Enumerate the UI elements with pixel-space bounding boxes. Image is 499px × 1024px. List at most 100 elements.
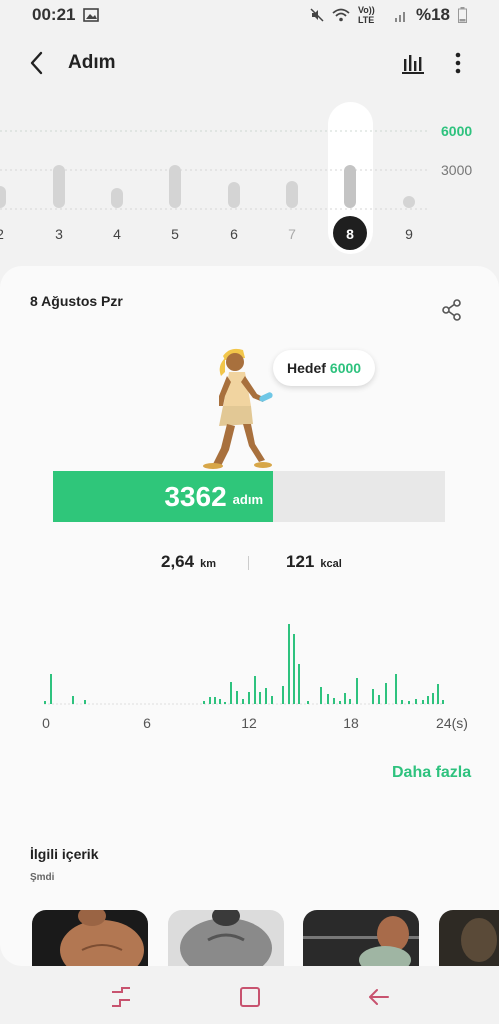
day-label-7[interactable]: 7 xyxy=(288,226,296,242)
hourly-bar xyxy=(259,692,261,704)
app-bar: Adım xyxy=(0,38,499,88)
status-time: 00:21 xyxy=(32,5,76,24)
hourly-bar xyxy=(230,682,232,704)
day-label-8[interactable]: 8 xyxy=(346,226,354,242)
distance-value: 2,64 xyxy=(161,552,195,571)
wifi-icon xyxy=(332,8,350,22)
hourly-bar xyxy=(415,699,417,704)
day-bar-8 xyxy=(344,165,356,208)
goal-line-label: 6000 xyxy=(441,123,472,139)
hourly-bar xyxy=(442,700,444,704)
network-label: Vo)) LTE xyxy=(357,5,375,25)
hourly-bar xyxy=(219,699,221,704)
hourly-bar xyxy=(349,699,351,704)
related-thumbnail[interactable] xyxy=(168,910,284,966)
day-detail-card: 8 Ağustos Pzr Hedef 6000 3362 adım 2,64 … xyxy=(0,266,499,966)
fitness-photo-icon xyxy=(168,910,284,966)
recent-apps-icon[interactable] xyxy=(108,984,134,1010)
calories-value: 121 xyxy=(286,552,315,571)
related-content-carousel[interactable] xyxy=(0,910,499,966)
day-bar-3 xyxy=(53,165,65,208)
day-bar-9 xyxy=(403,196,415,208)
fitness-photo-icon xyxy=(439,910,499,966)
calories-stat: 121 kcal xyxy=(286,552,342,572)
goal-bubble: Hedef 6000 xyxy=(273,350,376,386)
home-icon[interactable] xyxy=(237,984,263,1010)
distance-stat: 2,64 km xyxy=(161,552,216,572)
hourly-bar xyxy=(385,683,387,704)
hourly-bar xyxy=(236,691,238,704)
hourly-bar xyxy=(84,700,86,704)
day-label-2[interactable]: 2 xyxy=(0,226,4,242)
bar-chart-icon[interactable] xyxy=(400,50,426,76)
hourly-bar xyxy=(437,684,439,704)
back-arrow-icon[interactable] xyxy=(24,50,50,76)
more-vertical-icon[interactable] xyxy=(448,50,468,76)
share-icon[interactable] xyxy=(440,298,464,322)
hourly-bar xyxy=(432,693,434,704)
hourly-tick-6: 6 xyxy=(143,715,151,731)
hourly-bar xyxy=(242,699,244,704)
stats-divider xyxy=(248,556,249,570)
day-bar-7 xyxy=(286,181,298,208)
fitness-photo-icon xyxy=(303,910,419,966)
system-nav-bar xyxy=(0,966,499,1024)
day-label-4[interactable]: 4 xyxy=(113,226,121,242)
step-count-label: 3362 adım xyxy=(53,471,273,522)
date-label: 8 Ağustos Pzr xyxy=(30,293,123,309)
day-bar-2 xyxy=(0,186,6,208)
step-progress-bar: 3362 adım xyxy=(53,471,445,522)
hourly-bars xyxy=(44,624,444,704)
day-bar-5 xyxy=(169,165,181,208)
hourly-bar xyxy=(327,694,329,704)
hourly-tick-0: 0 xyxy=(42,715,50,731)
hourly-bar xyxy=(203,701,205,704)
hourly-bar xyxy=(408,701,410,704)
related-thumbnail[interactable] xyxy=(439,910,499,966)
day-label-6[interactable]: 6 xyxy=(230,226,238,242)
hourly-bar xyxy=(422,700,424,704)
hourly-bar xyxy=(378,695,380,704)
battery-text: %18 xyxy=(415,5,450,24)
related-thumbnail[interactable] xyxy=(32,910,148,966)
hourly-bar xyxy=(395,674,397,704)
hourly-bar xyxy=(265,688,267,704)
hourly-tick-12: 12 xyxy=(241,715,257,731)
stats-row: 2,64 km 121 kcal xyxy=(0,552,499,576)
hourly-bar xyxy=(214,697,216,704)
hourly-bar xyxy=(320,687,322,704)
gallery-icon xyxy=(83,8,100,22)
goal-label: Hedef xyxy=(287,360,326,376)
hourly-bar xyxy=(44,701,46,704)
walker-illustration xyxy=(203,348,273,469)
hourly-bar xyxy=(209,697,211,704)
day-label-9[interactable]: 9 xyxy=(405,226,413,242)
hourly-bar xyxy=(293,634,295,704)
hourly-bar xyxy=(372,689,374,704)
hourly-bar xyxy=(254,676,256,704)
more-details-link[interactable]: Daha fazla xyxy=(392,764,471,782)
weekly-step-strip[interactable]: 6000 3000 2 3 4 5 6 7 8 9 xyxy=(0,95,499,260)
hourly-tick-18: 18 xyxy=(343,715,359,731)
step-unit: adım xyxy=(232,492,263,507)
page-title: Adım xyxy=(68,52,116,73)
related-content-title: İlgili içerik xyxy=(30,846,99,862)
hourly-bar xyxy=(271,696,273,704)
hourly-bar xyxy=(50,674,52,704)
day-bar-4 xyxy=(111,188,123,208)
back-nav-icon[interactable] xyxy=(366,984,392,1010)
battery-icon xyxy=(458,7,467,23)
day-label-5[interactable]: 5 xyxy=(171,226,179,242)
status-bar: 00:21 Vo)) LTE %18 xyxy=(0,0,499,30)
hourly-steps-chart: 0 6 12 18 24(s) xyxy=(42,624,468,731)
step-count: 3362 xyxy=(164,480,227,512)
hourly-bar xyxy=(282,686,284,704)
day-label-3[interactable]: 3 xyxy=(55,226,63,242)
hourly-bar xyxy=(288,624,290,704)
day-bar-6 xyxy=(228,182,240,208)
related-thumbnail[interactable] xyxy=(303,910,419,966)
hourly-bar xyxy=(401,700,403,704)
distance-unit: km xyxy=(200,558,216,570)
hourly-bar xyxy=(427,696,429,704)
calories-unit: kcal xyxy=(320,558,342,570)
